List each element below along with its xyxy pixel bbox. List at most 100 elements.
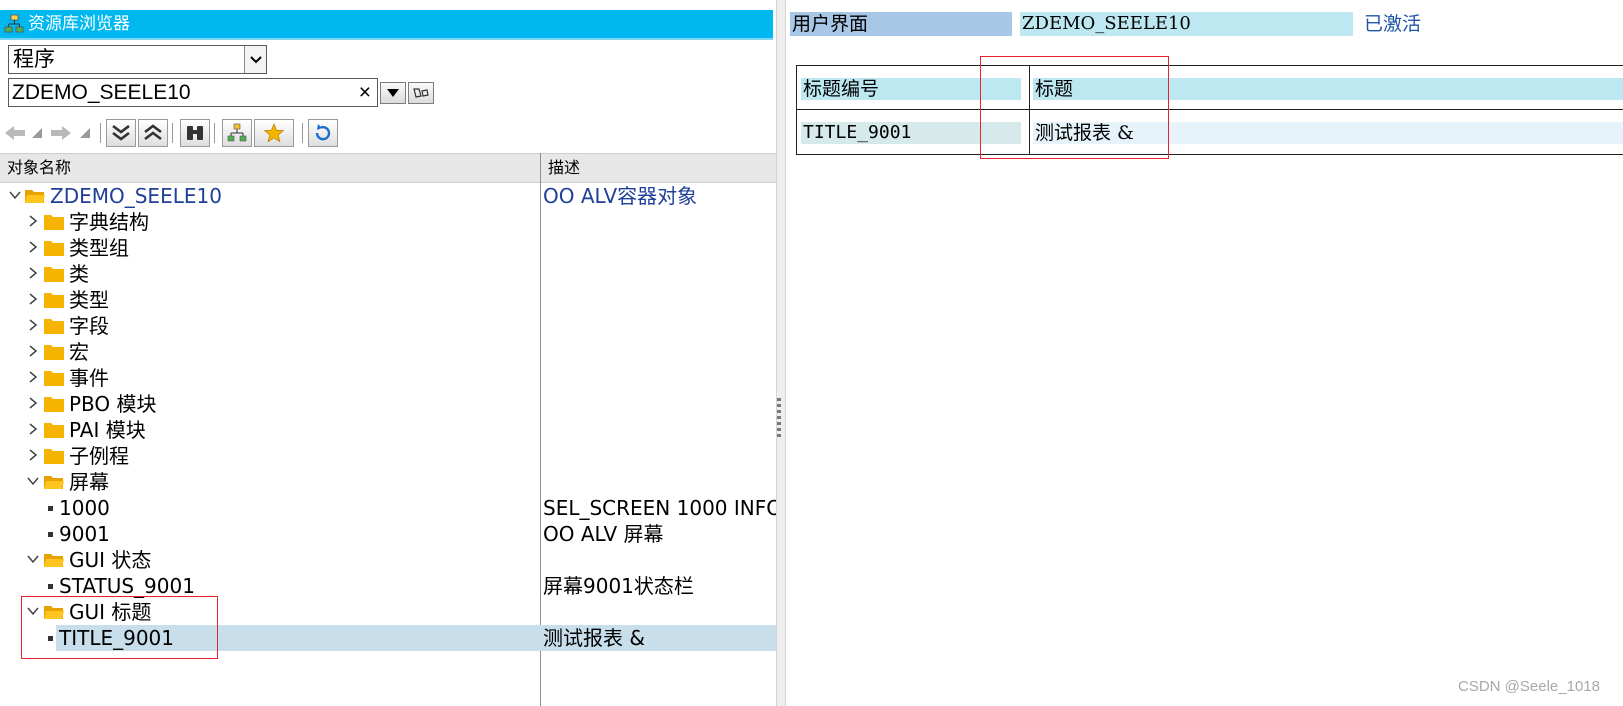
folder-icon — [44, 215, 64, 230]
tree-folder-pai-modules[interactable]: PAI 模块 — [0, 417, 776, 443]
activation-status: 已激活 — [1364, 13, 1422, 35]
forward-menu-button[interactable] — [78, 119, 92, 147]
toolbar-separator — [302, 123, 303, 143]
tree-node-name: 字典结构 — [69, 210, 149, 234]
column-object-name[interactable]: 对象名称 — [7, 154, 71, 182]
hierarchy-button[interactable] — [222, 119, 252, 147]
corner-triangle-icon — [80, 128, 90, 138]
find-button[interactable] — [180, 119, 210, 147]
binoculars-icon — [187, 126, 203, 140]
tree-node-description: 测试报表 & — [543, 626, 645, 650]
title-table: 标题编号 标题 TITLE_9001 测试报表 & — [796, 65, 1623, 155]
chevron-right-icon[interactable] — [26, 214, 40, 228]
repository-browser-pane: 资源库浏览器 程序 ZDEMO_SEELE10 × 对象名称 描述 ZDEMO_… — [0, 0, 788, 706]
folder-icon — [44, 267, 64, 282]
column-description[interactable]: 描述 — [548, 154, 580, 182]
back-button[interactable] — [2, 119, 28, 147]
hierarchy-icon — [227, 123, 247, 142]
tree-node-name: PBO 模块 — [69, 392, 157, 416]
chevron-right-icon[interactable] — [26, 370, 40, 384]
tree-node-name: 字段 — [69, 314, 109, 338]
chevron-right-icon[interactable] — [26, 266, 40, 280]
chevron-right-icon[interactable] — [26, 396, 40, 410]
folder-icon — [44, 397, 64, 412]
folder-icon — [44, 371, 64, 386]
title-number-cell: TITLE_9001 — [803, 122, 912, 143]
toolbar-separator — [172, 123, 173, 143]
tree-node-name: 类 — [69, 262, 89, 286]
open-folder-icon — [44, 554, 64, 567]
glasses-icon — [413, 88, 429, 98]
tree-folder-macros[interactable]: 宏 — [0, 339, 776, 365]
folder-icon — [44, 449, 64, 464]
tree-node-name: 宏 — [69, 340, 89, 364]
bullet-icon — [48, 584, 53, 589]
forward-button[interactable] — [48, 119, 74, 147]
refresh-icon — [315, 124, 331, 141]
chevron-right-icon[interactable] — [26, 292, 40, 306]
expand-all-button[interactable] — [106, 119, 136, 147]
object-name-input[interactable]: ZDEMO_SEELE10 × — [8, 78, 378, 107]
favorites-button[interactable] — [254, 119, 294, 147]
table-header-row: 标题编号 标题 — [797, 66, 1623, 110]
table-row[interactable]: TITLE_9001 测试报表 & — [797, 110, 1623, 155]
tree-folder-subroutines[interactable]: 子例程 — [0, 443, 776, 469]
tree-column-header: 对象名称 描述 — [0, 153, 776, 183]
tree-node-name: 屏幕 — [69, 470, 109, 494]
window-title: 资源库浏览器 — [28, 14, 130, 34]
chevron-down-icon[interactable] — [26, 552, 40, 566]
column-title-number: 标题编号 — [803, 78, 880, 100]
tree-node-root[interactable]: ZDEMO_SEELE10 OO ALV容器对象 — [0, 183, 776, 209]
history-dropdown-button[interactable] — [380, 82, 406, 104]
object-name-value: ZDEMO_SEELE10 — [12, 81, 191, 104]
arrow-right-icon — [51, 126, 71, 140]
tree-node-name: 类型 — [69, 288, 109, 312]
watermark: CSDN @Seele_1018 — [1458, 678, 1600, 695]
tree-node-name: 类型组 — [69, 236, 129, 260]
chevron-right-icon[interactable] — [26, 448, 40, 462]
tree-folder-events[interactable]: 事件 — [0, 365, 776, 391]
tree-node-name: 9001 — [59, 522, 110, 546]
chevron-down-icon[interactable] — [8, 188, 22, 202]
tree-folder-gui-status[interactable]: GUI 状态 — [0, 547, 776, 573]
arrow-left-icon — [5, 126, 25, 140]
folder-icon — [44, 241, 64, 256]
dropdown-button[interactable] — [244, 46, 266, 73]
tree-folder-dictionary-structures[interactable]: 字典结构 — [0, 209, 776, 235]
tree-folder-type-groups[interactable]: 类型组 — [0, 235, 776, 261]
tree-folder-types[interactable]: 类型 — [0, 287, 776, 313]
gui-title-editor-pane: 用户界面 ZDEMO_SEELE10 已激活 标题编号 标题 TITLE_900… — [786, 0, 1623, 706]
open-folder-icon — [44, 476, 64, 489]
back-menu-button[interactable] — [30, 119, 44, 147]
chevron-right-icon[interactable] — [26, 422, 40, 436]
toolbar-separator — [100, 123, 101, 143]
chevron-right-icon[interactable] — [26, 318, 40, 332]
tree-folder-pbo-modules[interactable]: PBO 模块 — [0, 391, 776, 417]
annotation-highlight-box — [21, 596, 218, 659]
chevron-down-icon[interactable] — [26, 474, 40, 488]
folder-icon — [44, 345, 64, 360]
splitter-grip[interactable] — [777, 398, 781, 438]
tree-folder-screens[interactable]: 屏幕 — [0, 469, 776, 495]
collapse-all-button[interactable] — [138, 119, 168, 147]
double-chevron-up-icon — [144, 124, 162, 141]
tree-node-description: 屏幕9001状态栏 — [543, 574, 694, 598]
clear-icon[interactable]: × — [359, 79, 371, 106]
pane-splitter[interactable] — [776, 0, 786, 706]
tree-node-name: 1000 — [59, 496, 110, 520]
object-type-select[interactable]: 程序 — [8, 45, 267, 74]
repository-browser-titlebar: 资源库浏览器 — [0, 10, 773, 38]
tree-folder-fields[interactable]: 字段 — [0, 313, 776, 339]
folder-icon — [44, 423, 64, 438]
tree-item-screen-9001[interactable]: 9001 OO ALV 屏幕 — [0, 521, 776, 547]
chevron-right-icon[interactable] — [26, 344, 40, 358]
display-button[interactable] — [408, 82, 434, 104]
refresh-button[interactable] — [308, 119, 338, 147]
bullet-icon — [48, 506, 53, 511]
star-icon — [263, 123, 285, 143]
tree-item-screen-1000[interactable]: 1000 SEL_SCREEN 1000 INFO: — [0, 495, 788, 521]
navigation-toolbar — [0, 117, 776, 149]
chevron-right-icon[interactable] — [26, 240, 40, 254]
tree-folder-classes[interactable]: 类 — [0, 261, 776, 287]
folder-icon — [44, 293, 64, 308]
